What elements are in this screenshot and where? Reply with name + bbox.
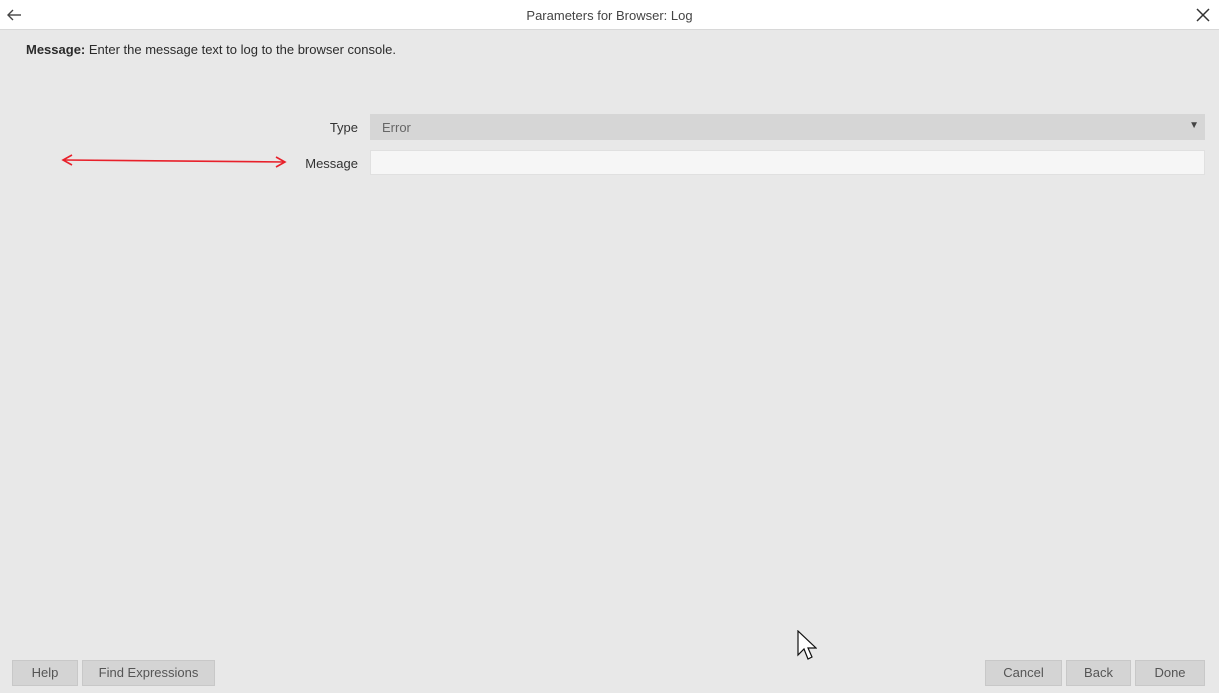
message-label: Message	[305, 156, 358, 171]
type-label: Type	[329, 120, 358, 135]
type-dropdown[interactable]: Error ▼	[370, 114, 1205, 140]
mouse-pointer-icon	[797, 630, 817, 660]
done-button[interactable]: Done	[1135, 660, 1205, 686]
cancel-button[interactable]: Cancel	[985, 660, 1062, 686]
message-input[interactable]	[370, 150, 1205, 175]
close-icon[interactable]	[1193, 5, 1213, 25]
caret-down-icon: ▼	[1189, 120, 1199, 131]
type-selected-value: Error	[382, 120, 411, 135]
dialog-title: Parameters for Browser: Log	[526, 8, 693, 23]
parameters-dialog: Parameters for Browser: Log Message: Ent…	[0, 0, 1219, 693]
description-heading: Message:	[26, 42, 86, 57]
description-body: Enter the message text to log to the bro…	[85, 42, 396, 57]
description-text: Message: Enter the message text to log t…	[26, 42, 396, 57]
find-expressions-button[interactable]: Find Expressions	[82, 660, 215, 686]
title-bar: Parameters for Browser: Log	[0, 0, 1219, 30]
back-button[interactable]: Back	[1066, 660, 1131, 686]
help-button[interactable]: Help	[12, 660, 78, 686]
